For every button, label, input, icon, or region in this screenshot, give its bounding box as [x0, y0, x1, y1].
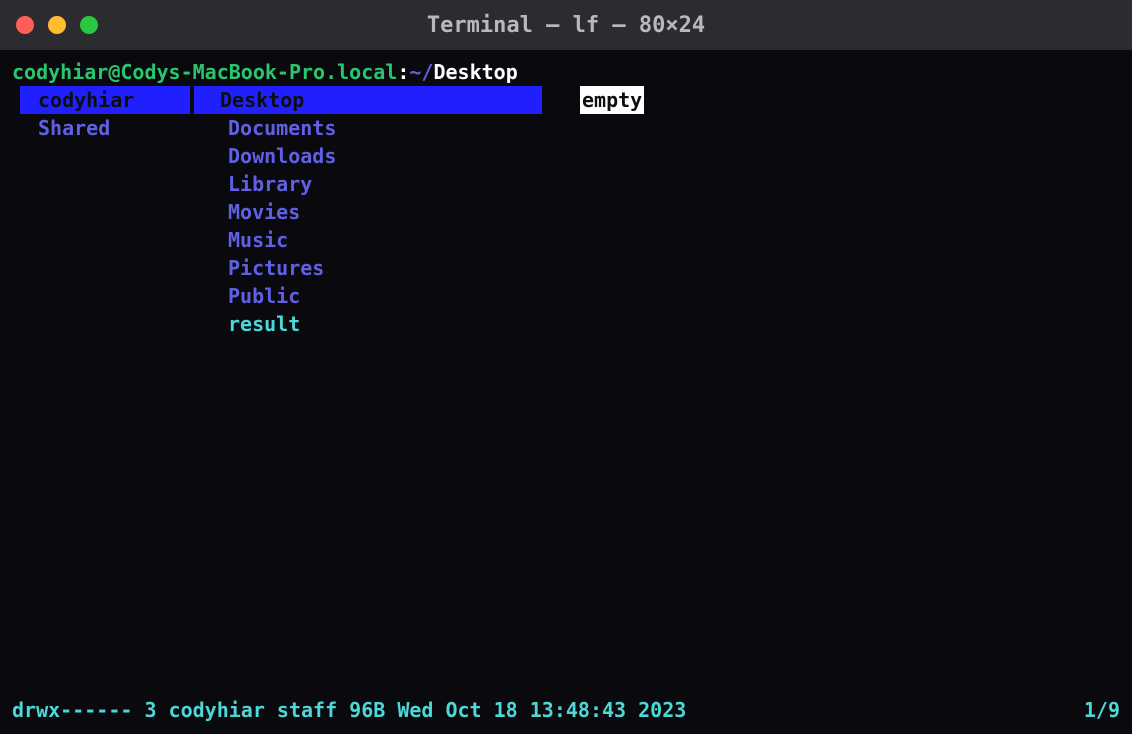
current-entry[interactable]: Pictures — [202, 254, 572, 282]
prompt-colon: : — [397, 60, 409, 84]
preview-column: empty — [572, 86, 1120, 696]
terminal-body[interactable]: codyhiar@Codys-MacBook-Pro.local:~/Deskt… — [0, 50, 1132, 734]
prompt-line: codyhiar@Codys-MacBook-Pro.local:~/Deskt… — [12, 58, 1120, 86]
status-position: 1/9 — [1084, 696, 1120, 724]
current-entry[interactable]: result — [202, 310, 572, 338]
window-title: Terminal — lf — 80×24 — [427, 13, 705, 38]
file-columns: codyhiar Shared Desktop Documents Downlo… — [12, 86, 1120, 696]
prompt-user-host: codyhiar@Codys-MacBook-Pro.local — [12, 60, 397, 84]
current-entry[interactable]: Desktop — [194, 86, 542, 114]
prompt-tilde: ~/ — [409, 60, 433, 84]
prompt-path: Desktop — [433, 60, 517, 84]
empty-indicator: empty — [572, 86, 1120, 114]
current-entry[interactable]: Movies — [202, 198, 572, 226]
status-file-info: drwx------ 3 codyhiar staff 96B Wed Oct … — [12, 696, 686, 724]
parent-column: codyhiar Shared — [12, 86, 202, 696]
current-entry[interactable]: Documents — [202, 114, 572, 142]
current-entry[interactable]: Music — [202, 226, 572, 254]
parent-entry[interactable]: Shared — [12, 114, 202, 142]
parent-entry[interactable]: codyhiar — [20, 86, 190, 114]
traffic-lights — [16, 16, 98, 34]
current-entry[interactable]: Downloads — [202, 142, 572, 170]
status-line: drwx------ 3 codyhiar staff 96B Wed Oct … — [12, 696, 1120, 728]
close-icon[interactable] — [16, 16, 34, 34]
current-entry[interactable]: Public — [202, 282, 572, 310]
empty-badge: empty — [580, 86, 644, 114]
window-titlebar: Terminal — lf — 80×24 — [0, 0, 1132, 50]
minimize-icon[interactable] — [48, 16, 66, 34]
maximize-icon[interactable] — [80, 16, 98, 34]
current-entry[interactable]: Library — [202, 170, 572, 198]
current-column: Desktop Documents Downloads Library Movi… — [202, 86, 572, 696]
